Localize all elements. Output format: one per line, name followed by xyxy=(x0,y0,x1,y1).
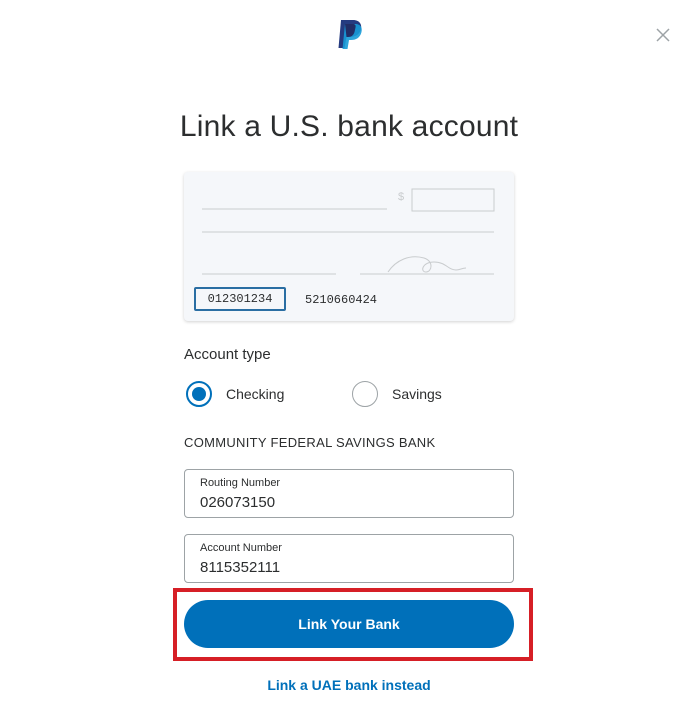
account-number-input[interactable] xyxy=(200,557,490,577)
radio-selected-dot xyxy=(192,387,206,401)
account-type-label: Account type xyxy=(184,346,271,363)
routing-number-field[interactable]: Routing Number xyxy=(184,469,514,518)
radio-checking-control[interactable] xyxy=(186,381,212,407)
account-number-field[interactable]: Account Number xyxy=(184,534,514,583)
radio-checking[interactable]: Checking xyxy=(186,379,284,409)
radio-savings-label: Savings xyxy=(392,386,442,402)
account-number-label: Account Number xyxy=(200,542,282,554)
radio-checking-label: Checking xyxy=(226,386,285,402)
check-illustration: $ 012301234 5210660424 xyxy=(184,172,514,321)
radio-savings-control[interactable] xyxy=(352,381,378,407)
routing-number-label: Routing Number xyxy=(200,477,281,489)
check-account-number: 5210660424 xyxy=(305,293,378,307)
page-title: Link a U.S. bank account xyxy=(179,110,519,143)
paypal-logo-icon xyxy=(338,20,362,49)
link-uae-bank[interactable]: Link a UAE bank instead xyxy=(0,677,698,693)
routing-number-input[interactable] xyxy=(200,492,490,512)
radio-savings[interactable]: Savings xyxy=(352,379,442,409)
currency-symbol: $ xyxy=(398,191,404,203)
close-icon[interactable] xyxy=(654,26,672,44)
bank-name: COMMUNITY FEDERAL SAVINGS BANK xyxy=(184,435,436,450)
check-routing-number: 012301234 xyxy=(194,287,286,311)
link-your-bank-button[interactable]: Link Your Bank xyxy=(184,600,514,648)
